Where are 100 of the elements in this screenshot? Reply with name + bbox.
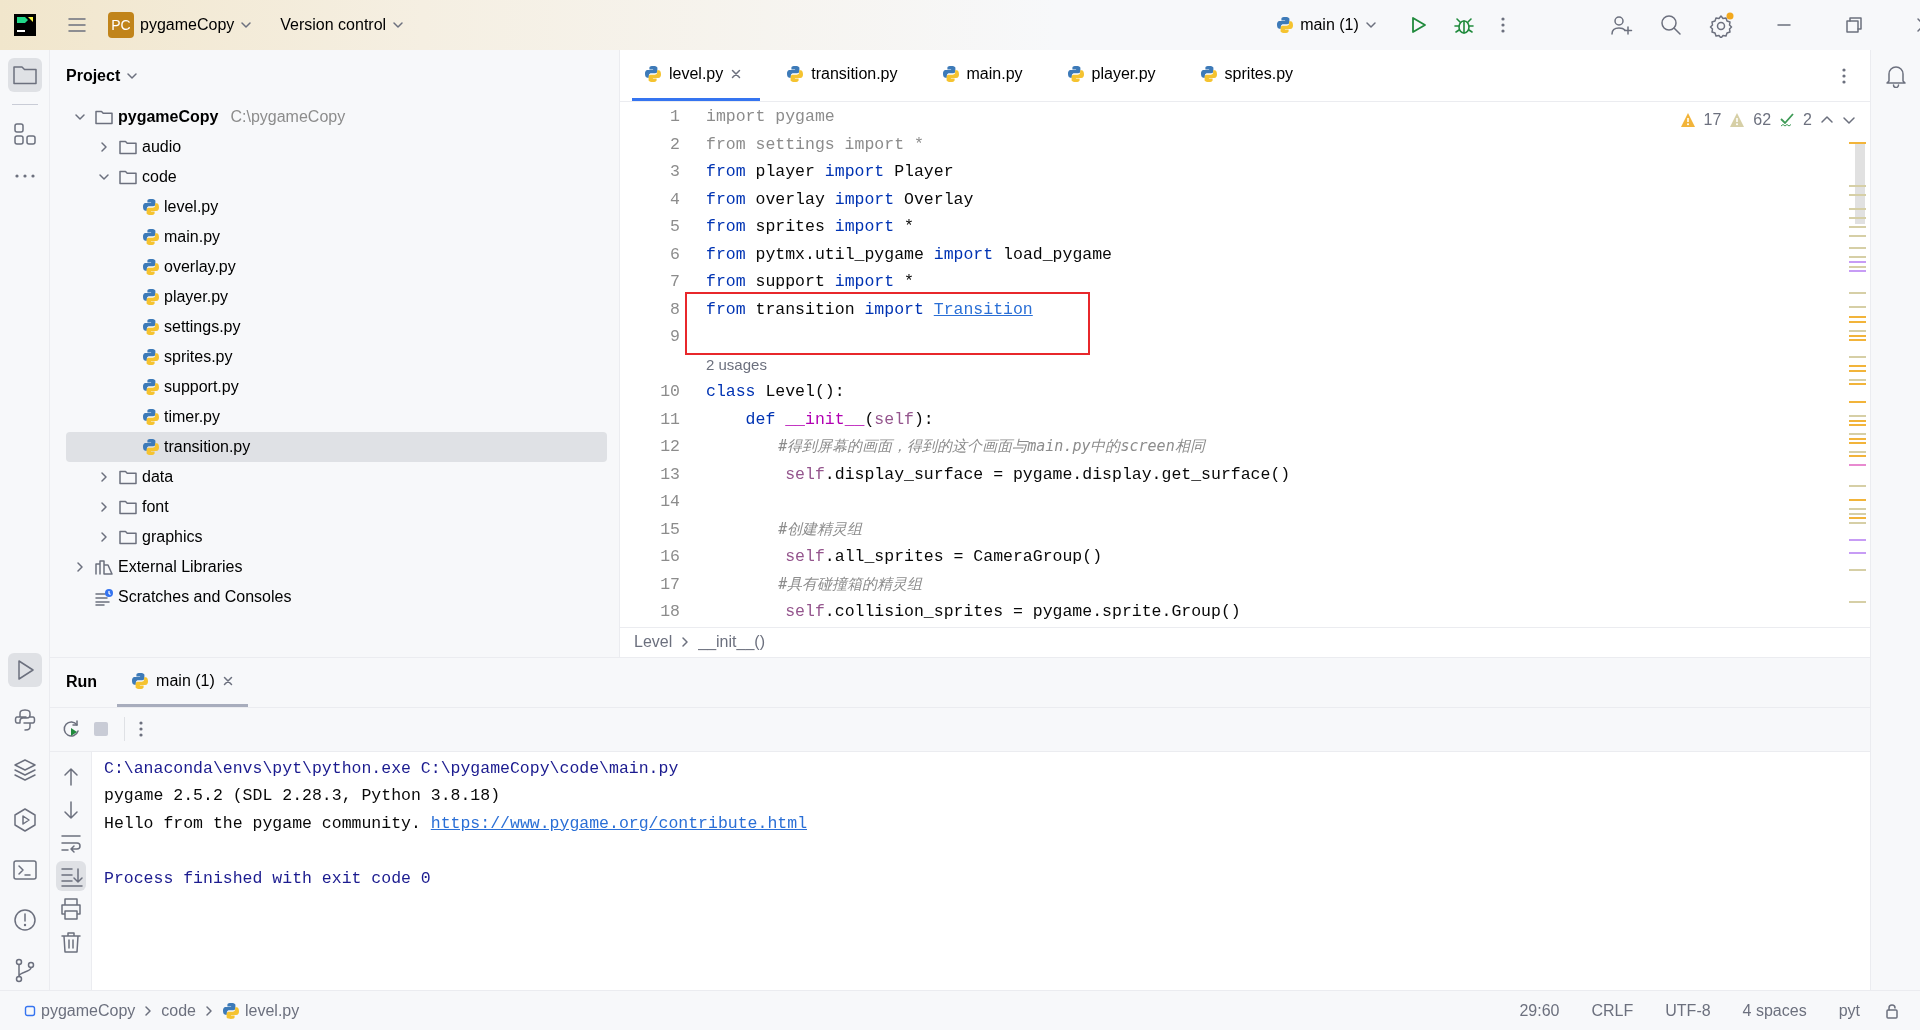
tree-item[interactable]: sprites.py — [66, 342, 607, 372]
python-icon — [142, 348, 160, 366]
vcs-menu[interactable]: Version control — [274, 9, 411, 41]
tree-item[interactable]: settings.py — [66, 312, 607, 342]
line-number: 15 — [659, 518, 681, 541]
tree-item[interactable]: timer.py — [66, 402, 607, 432]
line-number: 1 — [669, 106, 681, 129]
console-line: Process finished with exit code 0 — [104, 867, 431, 890]
breadcrumb-item[interactable]: Level — [634, 630, 673, 654]
chevron-right-icon[interactable] — [98, 471, 110, 483]
editor-tab[interactable]: player.py — [1054, 49, 1174, 101]
console-link[interactable]: https://www.pygame.org/contribute.html — [430, 813, 808, 833]
tree-item[interactable]: font — [66, 492, 607, 522]
status-item[interactable]: CRLF — [1583, 996, 1642, 1025]
tree-item[interactable]: support.py — [66, 372, 607, 402]
class-reference-link[interactable]: Transition — [933, 299, 1033, 319]
breadcrumb-item[interactable]: level.py — [214, 996, 308, 1025]
library-icon — [94, 558, 114, 576]
chevron-down-icon[interactable] — [74, 111, 86, 123]
settings-icon[interactable] — [1708, 12, 1735, 38]
python-icon — [131, 671, 150, 690]
status-item[interactable]: 4 spaces — [1734, 996, 1815, 1025]
typo-count: 2 — [1803, 110, 1812, 130]
python-icon — [786, 64, 805, 83]
lock-icon[interactable] — [1884, 1002, 1900, 1019]
status-item[interactable]: 29:60 — [1511, 996, 1568, 1025]
tree-item[interactable]: player.py — [66, 282, 607, 312]
code-line: from overlay import Overlay — [706, 188, 974, 211]
chevron-right-icon[interactable] — [98, 531, 110, 543]
usages-hint[interactable]: 2 usages — [706, 354, 767, 377]
chevron-down-icon[interactable] — [1364, 19, 1377, 31]
chevron-right-icon[interactable] — [98, 501, 110, 513]
tree-item[interactable]: overlay.py — [66, 252, 607, 282]
tree-item[interactable]: Scratches and Consoles — [66, 582, 607, 612]
chevron-down-icon[interactable] — [98, 171, 110, 183]
line-number: 4 — [669, 188, 681, 211]
line-number: 14 — [659, 491, 681, 514]
tree-item[interactable]: audio — [66, 132, 607, 162]
weak-warning-icon — [1729, 112, 1746, 128]
search-icon[interactable] — [1658, 13, 1683, 37]
breadcrumb-item[interactable]: __init__() — [698, 630, 765, 654]
warning-count: 17 — [1703, 110, 1722, 130]
tree-item[interactable]: External Libraries — [66, 552, 607, 582]
line-number: 18 — [659, 601, 681, 624]
python-icon — [1066, 64, 1085, 83]
chevron-right-icon[interactable] — [74, 561, 86, 573]
app-logo-icon — [14, 14, 36, 36]
project-selector[interactable]: PC pygameCopy — [102, 8, 259, 42]
breadcrumb-item[interactable]: pygameCopy — [16, 996, 144, 1025]
chevron-down-icon[interactable] — [392, 19, 405, 31]
close-icon[interactable] — [221, 674, 234, 687]
status-item[interactable]: UTF-8 — [1657, 996, 1719, 1025]
module-icon — [24, 1004, 36, 1017]
python-icon — [142, 408, 160, 426]
code-line: def __init__(self): — [744, 408, 934, 431]
tree-item[interactable]: main.py — [66, 222, 607, 252]
editor-tab[interactable]: transition.py — [774, 49, 916, 101]
code-line: from pytmx.util_pygame import load_pygame — [706, 243, 1112, 266]
tree-item[interactable]: graphics — [66, 522, 607, 552]
add-user-icon[interactable] — [1608, 13, 1633, 37]
tree-item[interactable]: transition.py — [66, 432, 607, 462]
panel-title: Run — [66, 672, 98, 692]
editor-tab[interactable]: level.py — [632, 49, 761, 101]
code-line: self.collision_sprites = pygame.sprite.Group() — [784, 601, 1241, 624]
chevron-down-icon[interactable] — [240, 19, 253, 31]
code-line: from player import Player — [706, 161, 954, 184]
weak-warning-count: 62 — [1753, 110, 1772, 130]
code-line: #创建精灵组 — [777, 518, 863, 540]
chevron-right-icon[interactable] — [98, 141, 110, 153]
breadcrumb-item[interactable]: code — [153, 996, 204, 1025]
tree-item[interactable]: pygameCopy C:\pygameCopy — [66, 102, 607, 132]
panel-title-dropdown[interactable]: Project — [66, 60, 145, 92]
python-icon — [142, 438, 160, 456]
close-icon[interactable] — [730, 67, 743, 80]
python-icon — [222, 1001, 240, 1020]
console-line: C:\anaconda\envs\pyt\python.exe C:\pygameCopy\code\main.py — [104, 757, 679, 780]
code-line: self.display_surface = pygame.display.get_surface() — [784, 463, 1291, 486]
code-line: #得到屏幕的画面，得到的这个画面与main.py中的screen相同 — [777, 436, 1205, 458]
editor-tab[interactable]: sprites.py — [1187, 49, 1312, 101]
editor-tab[interactable]: main.py — [929, 49, 1041, 101]
line-number: 11 — [659, 408, 681, 431]
line-number: 7 — [669, 271, 681, 294]
run-config-selector[interactable]: main (1) — [1270, 9, 1383, 41]
line-number: 8 — [669, 298, 681, 321]
python-icon — [142, 258, 160, 276]
folder-icon — [118, 468, 138, 486]
run-tab[interactable]: main (1) — [117, 657, 248, 707]
tree-item[interactable]: code — [66, 162, 607, 192]
status-item[interactable]: pyt — [1830, 996, 1868, 1025]
line-number: 17 — [659, 573, 681, 596]
chevron-down-icon[interactable] — [126, 70, 139, 82]
python-icon — [142, 228, 160, 246]
python-icon — [941, 64, 960, 83]
python-icon — [1276, 16, 1295, 34]
tree-item[interactable]: data — [66, 462, 607, 492]
tree-item[interactable]: level.py — [66, 192, 607, 222]
console-line: pygame 2.5.2 (SDL 2.28.3, Python 3.8.18) — [104, 785, 501, 808]
console-line: Hello from the pygame community. https://www.pygame.org/contribute.html — [104, 812, 808, 835]
code-line: import pygame — [706, 106, 835, 129]
code-line: from support import * — [706, 271, 914, 294]
